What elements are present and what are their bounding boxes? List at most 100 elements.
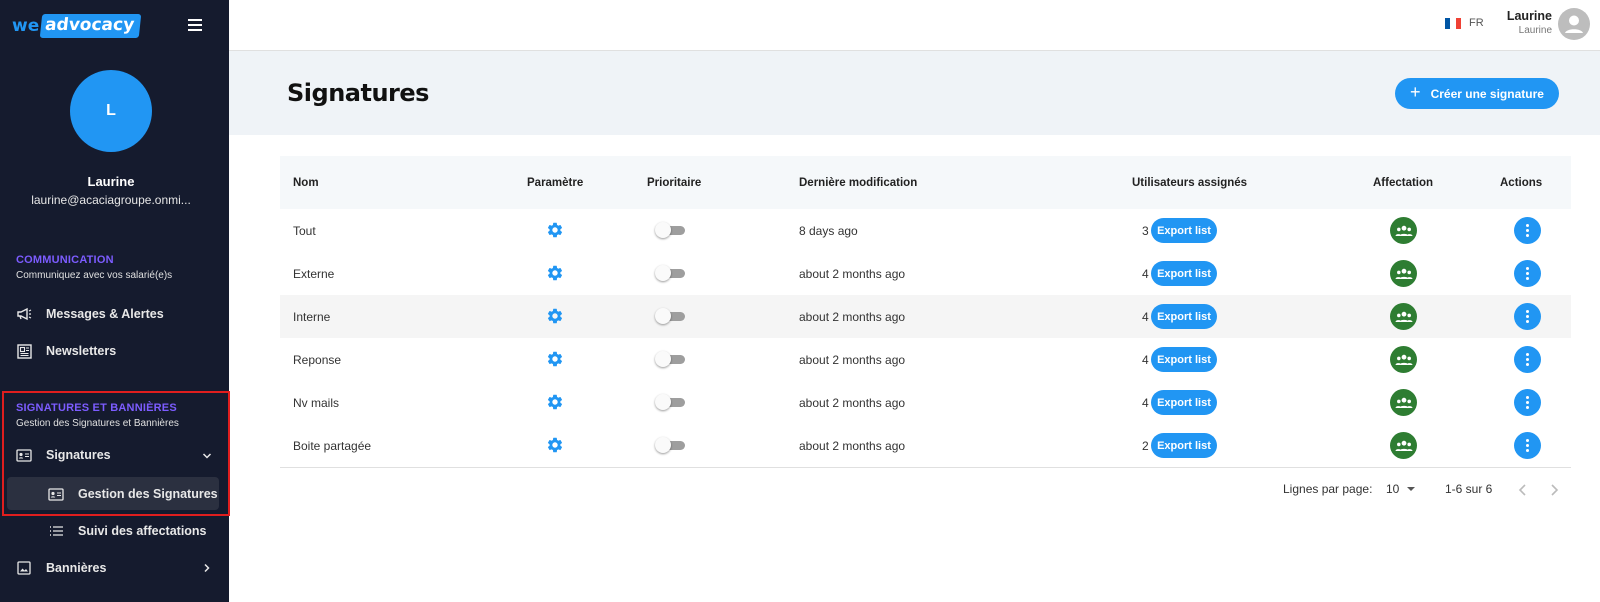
cell-nom: Reponse bbox=[293, 352, 342, 367]
signatures-table: Nom Paramètre Prioritaire Dernière modif… bbox=[280, 156, 1571, 468]
more-actions-icon[interactable] bbox=[1514, 260, 1541, 287]
avatar-initial: L bbox=[106, 102, 116, 119]
topbar-user[interactable]: Laurine Laurine bbox=[1507, 9, 1552, 36]
export-list-button[interactable]: Export list bbox=[1151, 261, 1217, 286]
caret-down-icon bbox=[1407, 487, 1416, 491]
language-label: FR bbox=[1469, 17, 1484, 29]
sidebar-item-bannieres[interactable]: Bannières bbox=[16, 557, 106, 579]
cell-nom: Boite partagée bbox=[293, 438, 372, 453]
table-row: Tout 8 days ago 3 Export list bbox=[280, 209, 1571, 252]
language-selector[interactable]: FR bbox=[1445, 17, 1484, 29]
cell-nom: Nv mails bbox=[293, 395, 340, 410]
header-derniere-modification[interactable]: Dernière modification bbox=[799, 177, 917, 189]
header-parametre: Paramètre bbox=[527, 176, 584, 189]
table-row: Boite partagée about 2 months ago 2 Export … bbox=[280, 424, 1571, 467]
prioritaire-toggle[interactable] bbox=[655, 394, 687, 410]
more-actions-icon[interactable] bbox=[1514, 432, 1541, 459]
create-signature-button[interactable]: + Créer une signature bbox=[1395, 78, 1559, 109]
header-actions: Actions bbox=[1500, 176, 1543, 189]
cell-user-count: 4 bbox=[1142, 309, 1149, 324]
prioritaire-toggle[interactable] bbox=[655, 265, 687, 281]
table-header: Nom Paramètre Prioritaire Dernière modif… bbox=[280, 156, 1571, 209]
group-icon[interactable] bbox=[1390, 432, 1417, 459]
sidebar-item-label: Newsletters bbox=[46, 344, 117, 358]
create-signature-label: Créer une signature bbox=[1430, 86, 1544, 101]
image-icon bbox=[16, 560, 32, 576]
highlight-frame bbox=[2, 391, 230, 516]
sidebar-item-label: Messages & Alertes bbox=[46, 307, 164, 321]
prioritaire-toggle[interactable] bbox=[655, 437, 687, 453]
user-avatar-icon[interactable] bbox=[1558, 8, 1590, 40]
cell-nom: Interne bbox=[293, 309, 331, 324]
cell-user-count: 2 bbox=[1142, 438, 1149, 453]
sidebar-item-label: Bannières bbox=[46, 561, 107, 575]
cell-derniere-modification: about 2 months ago bbox=[799, 438, 906, 453]
logo-we: we bbox=[12, 16, 40, 36]
export-list-button[interactable]: Export list bbox=[1151, 304, 1217, 329]
profile-email: laurine@acaciagroupe.onmi... bbox=[31, 193, 191, 207]
more-actions-icon[interactable] bbox=[1514, 303, 1541, 330]
gear-icon[interactable] bbox=[546, 393, 564, 411]
brand-logo[interactable]: we advocacy bbox=[12, 14, 142, 38]
gear-icon[interactable] bbox=[546, 221, 564, 239]
table-bottom-divider bbox=[280, 467, 1571, 468]
topbar-user-name: Laurine bbox=[1506, 9, 1552, 23]
more-actions-icon[interactable] bbox=[1514, 389, 1541, 416]
cell-user-count: 4 bbox=[1142, 266, 1149, 281]
export-list-label: Export list bbox=[1157, 396, 1211, 409]
more-actions-icon[interactable] bbox=[1514, 217, 1541, 244]
list-icon bbox=[48, 523, 64, 539]
export-list-label: Export list bbox=[1157, 224, 1211, 237]
table-row: Interne about 2 months ago 4 Export list bbox=[280, 295, 1571, 338]
section-title-communication: COMMUNICATION bbox=[16, 254, 114, 266]
cell-derniere-modification: about 2 months ago bbox=[799, 352, 906, 367]
header-prioritaire[interactable]: Prioritaire bbox=[647, 177, 701, 189]
header-affectation: Affectation bbox=[1373, 176, 1434, 189]
sidebar: we advocacy L Laurine laurine@acaciagrou… bbox=[0, 0, 230, 602]
plus-icon: + bbox=[1410, 82, 1421, 102]
chevron-right-icon[interactable] bbox=[202, 563, 212, 573]
export-list-label: Export list bbox=[1157, 353, 1211, 366]
logo-advocacy: advocacy bbox=[39, 14, 142, 38]
group-icon[interactable] bbox=[1390, 346, 1417, 373]
export-list-button[interactable]: Export list bbox=[1151, 390, 1217, 415]
group-icon[interactable] bbox=[1390, 217, 1417, 244]
profile-avatar: L bbox=[70, 70, 152, 152]
export-list-button[interactable]: Export list bbox=[1151, 347, 1217, 372]
group-icon[interactable] bbox=[1390, 303, 1417, 330]
sidebar-item-messages[interactable]: Messages & Alertes bbox=[16, 303, 164, 325]
rows-per-page-value: 10 bbox=[1386, 482, 1400, 496]
export-list-button[interactable]: Export list bbox=[1151, 218, 1217, 243]
header-nom[interactable]: Nom bbox=[293, 177, 319, 189]
table-body: Tout 8 days ago 3 Export list Externe about 2… bbox=[280, 209, 1571, 467]
next-page-icon[interactable] bbox=[1549, 484, 1559, 496]
group-icon[interactable] bbox=[1390, 389, 1417, 416]
sidebar-item-newsletters[interactable]: Newsletters bbox=[16, 340, 116, 362]
cell-derniere-modification: about 2 months ago bbox=[799, 395, 906, 410]
prioritaire-toggle[interactable] bbox=[655, 222, 687, 238]
more-actions-icon[interactable] bbox=[1514, 346, 1541, 373]
sidebar-item-suivi-affectations[interactable]: Suivi des affectations bbox=[48, 520, 207, 542]
gear-icon[interactable] bbox=[546, 350, 564, 368]
cell-user-count: 4 bbox=[1142, 352, 1149, 367]
gear-icon[interactable] bbox=[546, 264, 564, 282]
table-row: Nv mails about 2 months ago 4 Export list bbox=[280, 381, 1571, 424]
rows-per-page-select[interactable]: 10 bbox=[1386, 482, 1416, 496]
prev-page-icon[interactable] bbox=[1518, 484, 1528, 496]
export-list-button[interactable]: Export list bbox=[1151, 433, 1217, 458]
gear-icon[interactable] bbox=[546, 307, 564, 325]
header-utilisateurs: Utilisateurs assignés bbox=[1132, 176, 1248, 189]
page-title: Signatures bbox=[287, 79, 429, 107]
cell-user-count: 4 bbox=[1142, 395, 1149, 410]
group-icon[interactable] bbox=[1390, 260, 1417, 287]
menu-icon[interactable] bbox=[188, 19, 202, 31]
prioritaire-toggle[interactable] bbox=[655, 351, 687, 367]
cell-user-count: 3 bbox=[1142, 223, 1149, 238]
topbar: FR Laurine Laurine bbox=[229, 0, 1600, 51]
cell-derniere-modification: about 2 months ago bbox=[799, 266, 906, 281]
cell-nom: Externe bbox=[293, 266, 335, 281]
table-row: Externe about 2 months ago 4 Export list bbox=[280, 252, 1571, 295]
gear-icon[interactable] bbox=[546, 436, 564, 454]
prioritaire-toggle[interactable] bbox=[655, 308, 687, 324]
topbar-user-sub: Laurine bbox=[1518, 25, 1552, 36]
